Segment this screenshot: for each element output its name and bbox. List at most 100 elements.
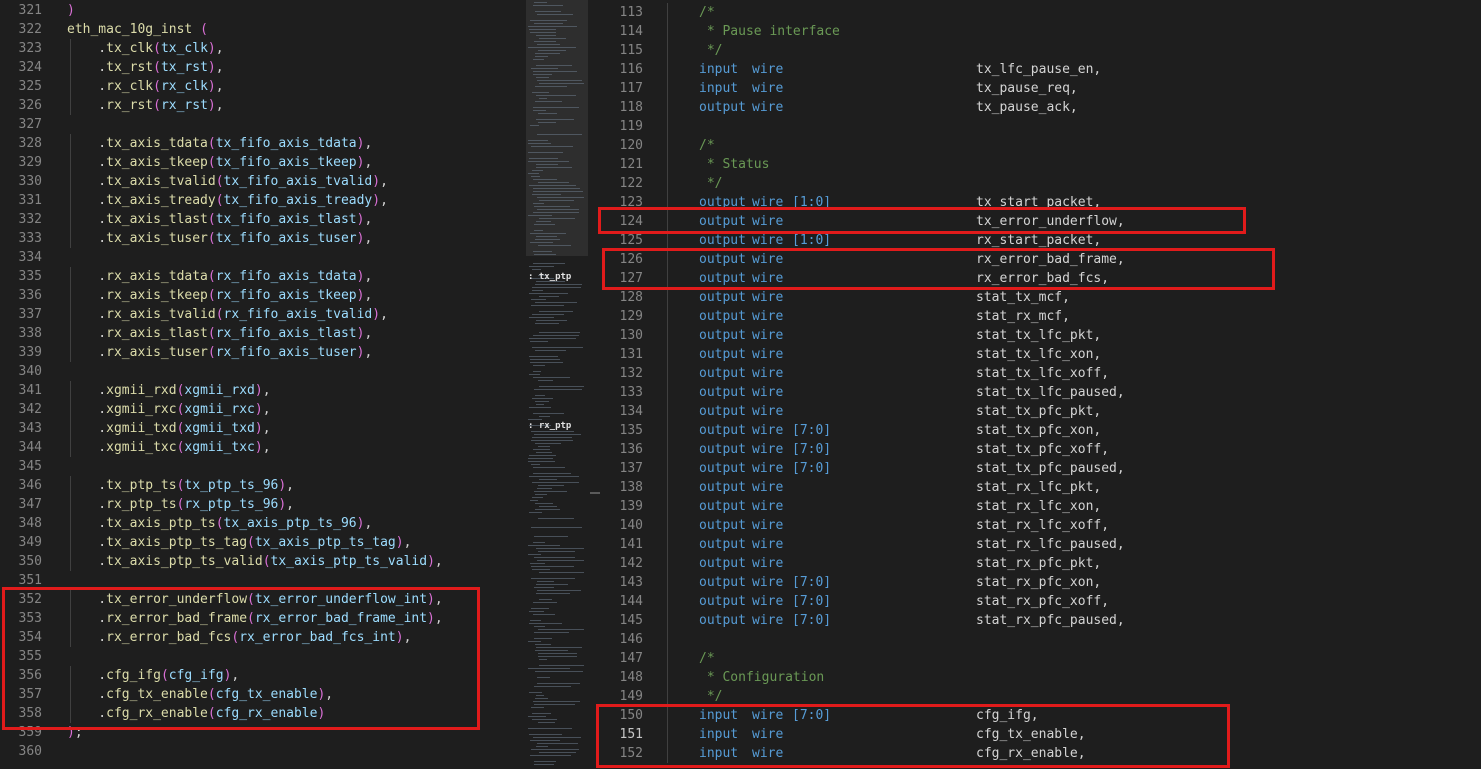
code-line[interactable]: 358 .cfg_rx_enable(cfg_rx_enable) (0, 704, 526, 723)
code-line[interactable]: 128 output wire stat_tx_mcf, (600, 288, 1481, 307)
code-line[interactable]: 134 output wire stat_tx_pfc_pkt, (600, 402, 1481, 421)
code-line[interactable]: 348 .tx_axis_ptp_ts(tx_axis_ptp_ts_96), (0, 514, 526, 533)
code-line[interactable]: 136 output wire [7:0] stat_tx_pfc_xoff, (600, 440, 1481, 459)
net-type: wire (752, 231, 783, 250)
code-line[interactable]: 149 */ (600, 687, 1481, 706)
code-line[interactable]: 329 .tx_axis_tkeep(tx_fifo_axis_tkeep), (0, 153, 526, 172)
code-line[interactable]: 339 .rx_axis_tuser(rx_fifo_axis_tuser), (0, 343, 526, 362)
code-line[interactable]: 133 output wire stat_tx_lfc_paused, (600, 383, 1481, 402)
code-line[interactable]: 132 output wire stat_tx_lfc_xoff, (600, 364, 1481, 383)
code-line[interactable]: 129 output wire stat_rx_mcf, (600, 307, 1481, 326)
code-line[interactable]: 140 output wire stat_rx_lfc_xoff, (600, 516, 1481, 535)
code-line[interactable]: 356 .cfg_ifg(cfg_ifg), (0, 666, 526, 685)
code-line[interactable]: 148 * Configuration (600, 668, 1481, 687)
code-line[interactable]: 326 .rx_rst(rx_rst), (0, 96, 526, 115)
code-line[interactable]: 143 output wire [7:0] stat_rx_pfc_xon, (600, 573, 1481, 592)
code-line[interactable]: 114 * Pause interface (600, 22, 1481, 41)
code-line[interactable]: 324 .tx_rst(tx_rst), (0, 58, 526, 77)
code-comment: * Status (699, 155, 770, 174)
code-line[interactable]: 325 .rx_clk(rx_clk), (0, 77, 526, 96)
code-line[interactable]: 150 input wire [7:0] cfg_ifg, (600, 706, 1481, 725)
code-line[interactable]: 346 .tx_ptp_ts(tx_ptp_ts_96), (0, 476, 526, 495)
code-line[interactable]: 152 input wire cfg_rx_enable, (600, 744, 1481, 763)
code-line[interactable]: 115 */ (600, 41, 1481, 60)
code-line[interactable]: 151 input wire cfg_tx_enable, (600, 725, 1481, 744)
code-line[interactable]: 130 output wire stat_tx_lfc_pkt, (600, 326, 1481, 345)
code-token: . (67, 41, 107, 56)
code-line[interactable]: 354 .rx_error_bad_fcs(rx_error_bad_fcs_i… (0, 628, 526, 647)
code-line[interactable]: 118 output wire tx_pause_ack, (600, 98, 1481, 117)
code-line[interactable]: 123 output wire [1:0] tx_start_packet, (600, 193, 1481, 212)
port-identifier: stat_rx_lfc_xoff, (976, 516, 1109, 535)
net-type-keyword: wire (752, 195, 784, 210)
code-line[interactable]: 327 (0, 115, 526, 134)
code-token: . (67, 611, 107, 626)
left-editor-minimap[interactable]: : tx_ptp: rx_ptp (526, 0, 588, 769)
code-line[interactable]: 117 input wire tx_pause_req, (600, 79, 1481, 98)
left-editor-pane[interactable]: 321) 322 eth_mac_10g_inst (323 .tx_clk(tx_… (0, 0, 526, 769)
port-identifier: stat_tx_pfc_xon, (976, 421, 1101, 440)
code-line[interactable]: 116 input wire tx_lfc_pause_en, (600, 60, 1481, 79)
code-line[interactable]: 125 output wire [1:0] rx_start_packet, (600, 231, 1481, 250)
code-line[interactable]: 355 (0, 647, 526, 666)
net-type: wire (752, 725, 783, 744)
code-line[interactable]: 142 output wire stat_rx_pfc_pkt, (600, 554, 1481, 573)
code-line[interactable]: 351 (0, 571, 526, 590)
code-line[interactable]: 352 .tx_error_underflow(tx_error_underfl… (0, 590, 526, 609)
code-line[interactable]: 138 output wire stat_rx_lfc_pkt, (600, 478, 1481, 497)
code-line[interactable]: 335 .rx_axis_tdata(rx_fifo_axis_tdata), (0, 267, 526, 286)
code-line[interactable]: 119 (600, 117, 1481, 136)
minimap-code-line (537, 677, 550, 678)
code-line[interactable]: 360 (0, 742, 526, 761)
code-line[interactable]: 121 * Status (600, 155, 1481, 174)
code-line[interactable]: 337 .rx_axis_tvalid(rx_fifo_axis_tvalid)… (0, 305, 526, 324)
code-line[interactable]: 353 .rx_error_bad_frame(rx_error_bad_fra… (0, 609, 526, 628)
code-line[interactable]: 341 .xgmii_rxd(xgmii_rxd), (0, 381, 526, 400)
code-line[interactable]: 120 /* (600, 136, 1481, 155)
code-line[interactable]: 145 output wire [7:0] stat_rx_pfc_paused, (600, 611, 1481, 630)
code-line[interactable]: 137 output wire [7:0] stat_tx_pfc_paused, (600, 459, 1481, 478)
code-line[interactable]: 321) (0, 1, 526, 20)
code-line[interactable]: 144 output wire [7:0] stat_rx_pfc_xoff, (600, 592, 1481, 611)
code-token: . (67, 98, 107, 113)
code-line[interactable]: 141 output wire stat_rx_lfc_paused, (600, 535, 1481, 554)
code-line[interactable]: 340 (0, 362, 526, 381)
code-line[interactable]: 349 .tx_axis_ptp_ts_tag(tx_axis_ptp_ts_t… (0, 533, 526, 552)
signal-name: tx_fifo_axis_tkeep (215, 155, 357, 170)
code-line[interactable]: 344 .xgmii_txc(xgmii_txc), (0, 438, 526, 457)
code-token: ) (207, 98, 216, 113)
scrollbar-thumb[interactable] (590, 492, 600, 494)
code-line[interactable]: 122 */ (600, 174, 1481, 193)
vertical-scrollbar[interactable] (588, 0, 600, 769)
code-line[interactable]: 336 .rx_axis_tkeep(rx_fifo_axis_tkeep), (0, 286, 526, 305)
code-line[interactable]: 345 (0, 457, 526, 476)
code-line[interactable]: 113 /* (600, 3, 1481, 22)
code-line[interactable]: 135 output wire [7:0] stat_tx_pfc_xon, (600, 421, 1481, 440)
code-line[interactable]: 338 .rx_axis_tlast(rx_fifo_axis_tlast), (0, 324, 526, 343)
code-line[interactable]: 330 .tx_axis_tvalid(tx_fifo_axis_tvalid)… (0, 172, 526, 191)
code-line[interactable]: 124 output wire tx_error_underflow, (600, 212, 1481, 231)
code-line[interactable]: 357 .cfg_tx_enable(cfg_tx_enable), (0, 685, 526, 704)
code-line[interactable]: 139 output wire stat_rx_lfc_xon, (600, 497, 1481, 516)
code-line[interactable]: 126 output wire rx_error_bad_frame, (600, 250, 1481, 269)
code-line[interactable]: 350 .tx_axis_ptp_ts_valid(tx_axis_ptp_ts… (0, 552, 526, 571)
code-line[interactable]: 359); (0, 723, 526, 742)
code-line[interactable]: 333 .tx_axis_tuser(tx_fifo_axis_tuser), (0, 229, 526, 248)
code-line[interactable]: 342 .xgmii_rxc(xgmii_rxc), (0, 400, 526, 419)
code-line[interactable]: 127 output wire rx_error_bad_fcs, (600, 269, 1481, 288)
code-line[interactable]: 343 .xgmii_txd(xgmii_txd), (0, 419, 526, 438)
code-line[interactable]: 334 (0, 248, 526, 267)
code-line[interactable]: 131 output wire stat_tx_lfc_xon, (600, 345, 1481, 364)
code-line[interactable]: 147 /* (600, 649, 1481, 668)
port-name: xgmii_txc (106, 440, 177, 455)
line-number: 151 (619, 727, 643, 742)
code-line[interactable]: 328 .tx_axis_tdata(tx_fifo_axis_tdata), (0, 134, 526, 153)
code-line[interactable]: 322 eth_mac_10g_inst ( (0, 20, 526, 39)
right-editor-pane[interactable]: 113/* 114 * Pause interface 115 */116 input… (600, 0, 1481, 769)
code-line[interactable]: 323 .tx_clk(tx_clk), (0, 39, 526, 58)
code-line[interactable]: 347 .rx_ptp_ts(rx_ptp_ts_96), (0, 495, 526, 514)
code-token: ( (207, 326, 216, 341)
code-line[interactable]: 146 (600, 630, 1481, 649)
code-line[interactable]: 331 .tx_axis_tready(tx_fifo_axis_tready)… (0, 191, 526, 210)
code-line[interactable]: 332 .tx_axis_tlast(tx_fifo_axis_tlast), (0, 210, 526, 229)
